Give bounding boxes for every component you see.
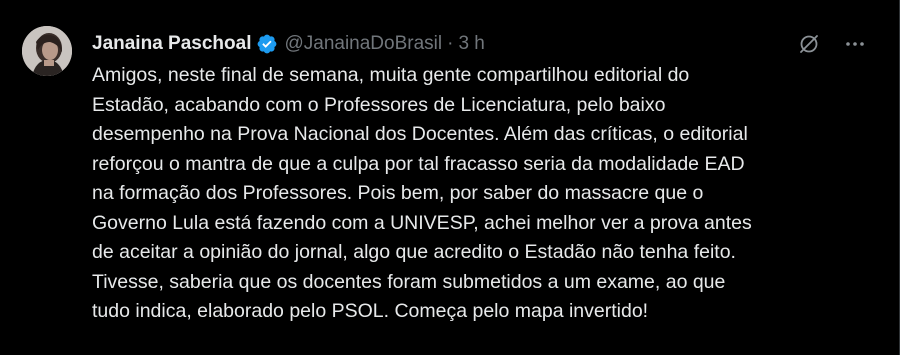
more-options-icon[interactable]: [842, 31, 868, 57]
header-actions: [796, 31, 868, 57]
avatar-image: [22, 26, 72, 76]
tweet-header: Janaina Paschoal @JanainaDoBrasil · 3 h: [92, 29, 876, 59]
tweet-card[interactable]: Janaina Paschoal @JanainaDoBrasil · 3 h: [0, 0, 892, 355]
avatar[interactable]: [22, 26, 72, 76]
verified-badge-icon: [256, 33, 278, 55]
timestamp[interactable]: 3 h: [458, 33, 484, 55]
tweet-text: Amigos, neste final de semana, muita gen…: [92, 64, 752, 322]
separator-dot: ·: [447, 33, 454, 54]
tweet-body: Janaina Paschoal @JanainaDoBrasil · 3 h: [92, 14, 876, 355]
author-handle[interactable]: @JanainaDoBrasil: [284, 33, 442, 55]
author-name[interactable]: Janaina Paschoal: [92, 33, 251, 55]
grok-slash-icon[interactable]: [796, 31, 822, 57]
